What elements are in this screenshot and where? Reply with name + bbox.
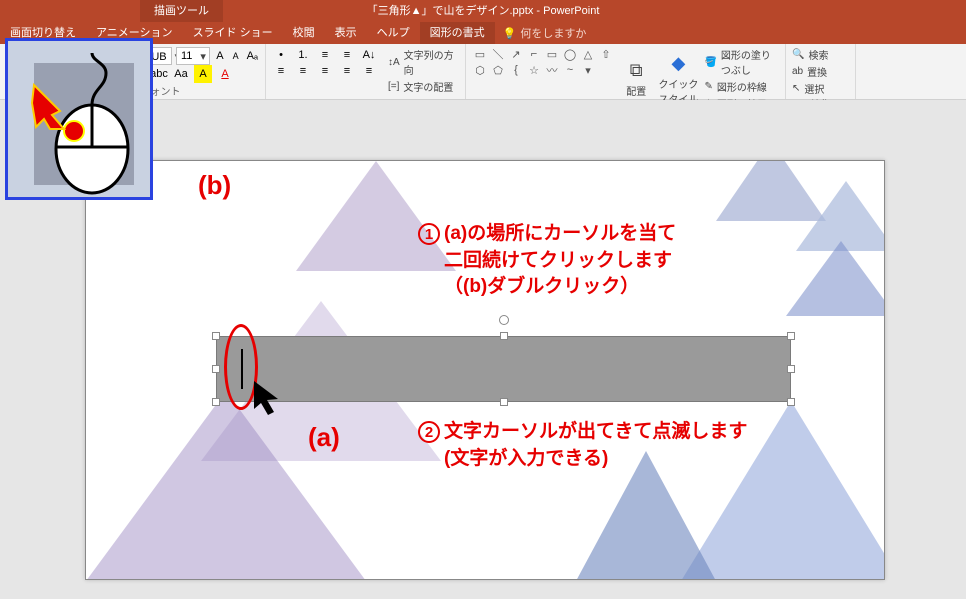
align-justify-btn[interactable]: ≡	[338, 63, 356, 79]
shape-scribble-icon: ~	[562, 63, 578, 77]
resize-handle[interactable]	[500, 398, 508, 406]
rotation-handle[interactable]	[499, 315, 509, 325]
change-case-btn[interactable]: Aa	[172, 65, 190, 83]
selected-textbox[interactable]	[216, 336, 791, 402]
magnifier-icon: 🔍	[792, 49, 804, 60]
tell-me[interactable]: 💡 何をしますか	[503, 25, 587, 41]
tab-slideshow[interactable]: スライド ショー	[183, 22, 283, 44]
line-spacing-btn[interactable]: A↓	[360, 47, 378, 63]
ribbon-group-paragraph: • 1. ≡ ≡ A↓ ≡ ≡ ≡ ≡ ≡ ↕A文字列の方向 [=]文	[266, 44, 466, 99]
shape-callout-icon: ⬠	[490, 63, 506, 77]
find-btn[interactable]: 🔍検索	[792, 47, 849, 62]
ribbon-group-drawing: ▭＼↗⌐▭◯△⇧ ⬡⬠{☆〰~▾ ⧉配置 ◆クイック スタイル 🪣図形の塗りつぶ…	[466, 44, 786, 99]
shrink-font-btn[interactable]: A	[230, 47, 242, 65]
lightbulb-icon: 💡	[503, 27, 517, 40]
annotation-a-label: (a)	[308, 419, 340, 455]
shape-outline-btn[interactable]: ✎図形の枠線	[704, 79, 779, 94]
text-rotate-icon: ↕A	[388, 57, 400, 68]
replace-btn[interactable]: ab置換	[792, 64, 849, 79]
ribbon-group-editing: 🔍検索 ab置換 ↖選択 編集	[786, 44, 856, 99]
tab-view[interactable]: 表示	[325, 22, 367, 44]
text-direction-btn[interactable]: ↕A文字列の方向	[388, 47, 459, 77]
align-left-btn[interactable]: ≡	[272, 63, 290, 79]
clear-formatting-btn[interactable]: Aₐ	[246, 47, 259, 65]
quick-styles-icon: ◆	[672, 53, 686, 74]
shape-hexagon-icon: ⬡	[472, 63, 488, 77]
window-title: 「三角形▲」で山をデザイン.pptx - PowerPoint	[367, 0, 600, 22]
columns-btn[interactable]: ≡	[360, 63, 378, 79]
triangle-decoration	[786, 241, 885, 316]
step-number-icon: 2	[418, 421, 440, 443]
shape-arrowhead-icon: ⇧	[598, 47, 614, 61]
shape-more-icon: ▾	[580, 63, 596, 77]
tell-me-text: 何をしますか	[520, 25, 586, 41]
step-number-icon: 1	[418, 223, 440, 245]
tab-shape-format[interactable]: 図形の書式	[420, 22, 495, 44]
resize-handle[interactable]	[787, 398, 795, 406]
shape-triangle-icon: △	[580, 47, 596, 61]
pen-icon: ✎	[704, 81, 712, 92]
annotation-step2: 2文字カーソルが出てきて点滅します (文字が入力できる)	[418, 419, 747, 472]
annotation-step1: 1(a)の場所にカーソルを当て 二回続けてクリックします （(b)ダブルクリック…	[418, 221, 676, 301]
font-color-btn[interactable]: A	[216, 65, 234, 83]
paint-bucket-icon: 🪣	[704, 57, 716, 68]
align-right-btn[interactable]: ≡	[316, 63, 334, 79]
shape-connector-icon: ⌐	[526, 47, 542, 61]
shape-star-icon: ☆	[526, 63, 542, 77]
tab-review[interactable]: 校閲	[283, 22, 325, 44]
text-align-btn[interactable]: [=]文字の配置	[388, 79, 459, 94]
indent-dec-btn[interactable]: ≡	[316, 47, 334, 63]
text-vert-align-icon: [=]	[388, 81, 399, 92]
select-btn[interactable]: ↖選択	[792, 81, 849, 96]
title-bar: 描画ツール 「三角形▲」で山をデザイン.pptx - PowerPoint	[0, 0, 966, 22]
align-center-btn[interactable]: ≡	[294, 63, 312, 79]
shape-arrow-icon: ↗	[508, 47, 524, 61]
annotation-b-label: (b)	[198, 167, 231, 203]
resize-handle[interactable]	[787, 332, 795, 340]
resize-handle[interactable]	[500, 332, 508, 340]
shape-fill-btn[interactable]: 🪣図形の塗りつぶし	[704, 47, 779, 77]
resize-handle[interactable]	[212, 332, 220, 340]
replace-icon: ab	[792, 66, 803, 77]
bullets-btn[interactable]: •	[272, 47, 290, 63]
numbering-btn[interactable]: 1.	[294, 47, 312, 63]
arrange-icon: ⧉	[630, 60, 643, 81]
shape-rect-icon: ▭	[544, 47, 560, 61]
contextual-tool-label: 描画ツール	[140, 0, 223, 22]
shape-oval-icon: ◯	[562, 47, 578, 61]
slide-canvas[interactable]: (b) 1(a)の場所にカーソルを当て 二回続けてクリックします （(b)ダブル…	[85, 160, 885, 580]
cursor-icon: ↖	[792, 83, 800, 94]
grow-font-btn[interactable]: A	[214, 47, 226, 65]
resize-handle[interactable]	[212, 365, 220, 373]
shape-curve-icon: 〰	[544, 63, 560, 77]
mouse-icon	[16, 49, 148, 195]
mouse-pointer-icon	[254, 381, 294, 421]
highlight-btn[interactable]: A	[194, 65, 212, 83]
indent-inc-btn[interactable]: ≡	[338, 47, 356, 63]
mouse-illustration-panel	[5, 38, 153, 200]
annotation-highlight-ellipse	[224, 324, 258, 410]
font-size-combo[interactable]: 11▾	[176, 47, 210, 65]
shape-line-icon: ＼	[490, 47, 506, 61]
shape-textbox-icon: ▭	[472, 47, 488, 61]
shape-brace-icon: {	[508, 63, 524, 77]
chevron-down-icon: ▾	[196, 49, 210, 63]
tab-help[interactable]: ヘルプ	[367, 22, 420, 44]
resize-handle[interactable]	[212, 398, 220, 406]
resize-handle[interactable]	[787, 365, 795, 373]
